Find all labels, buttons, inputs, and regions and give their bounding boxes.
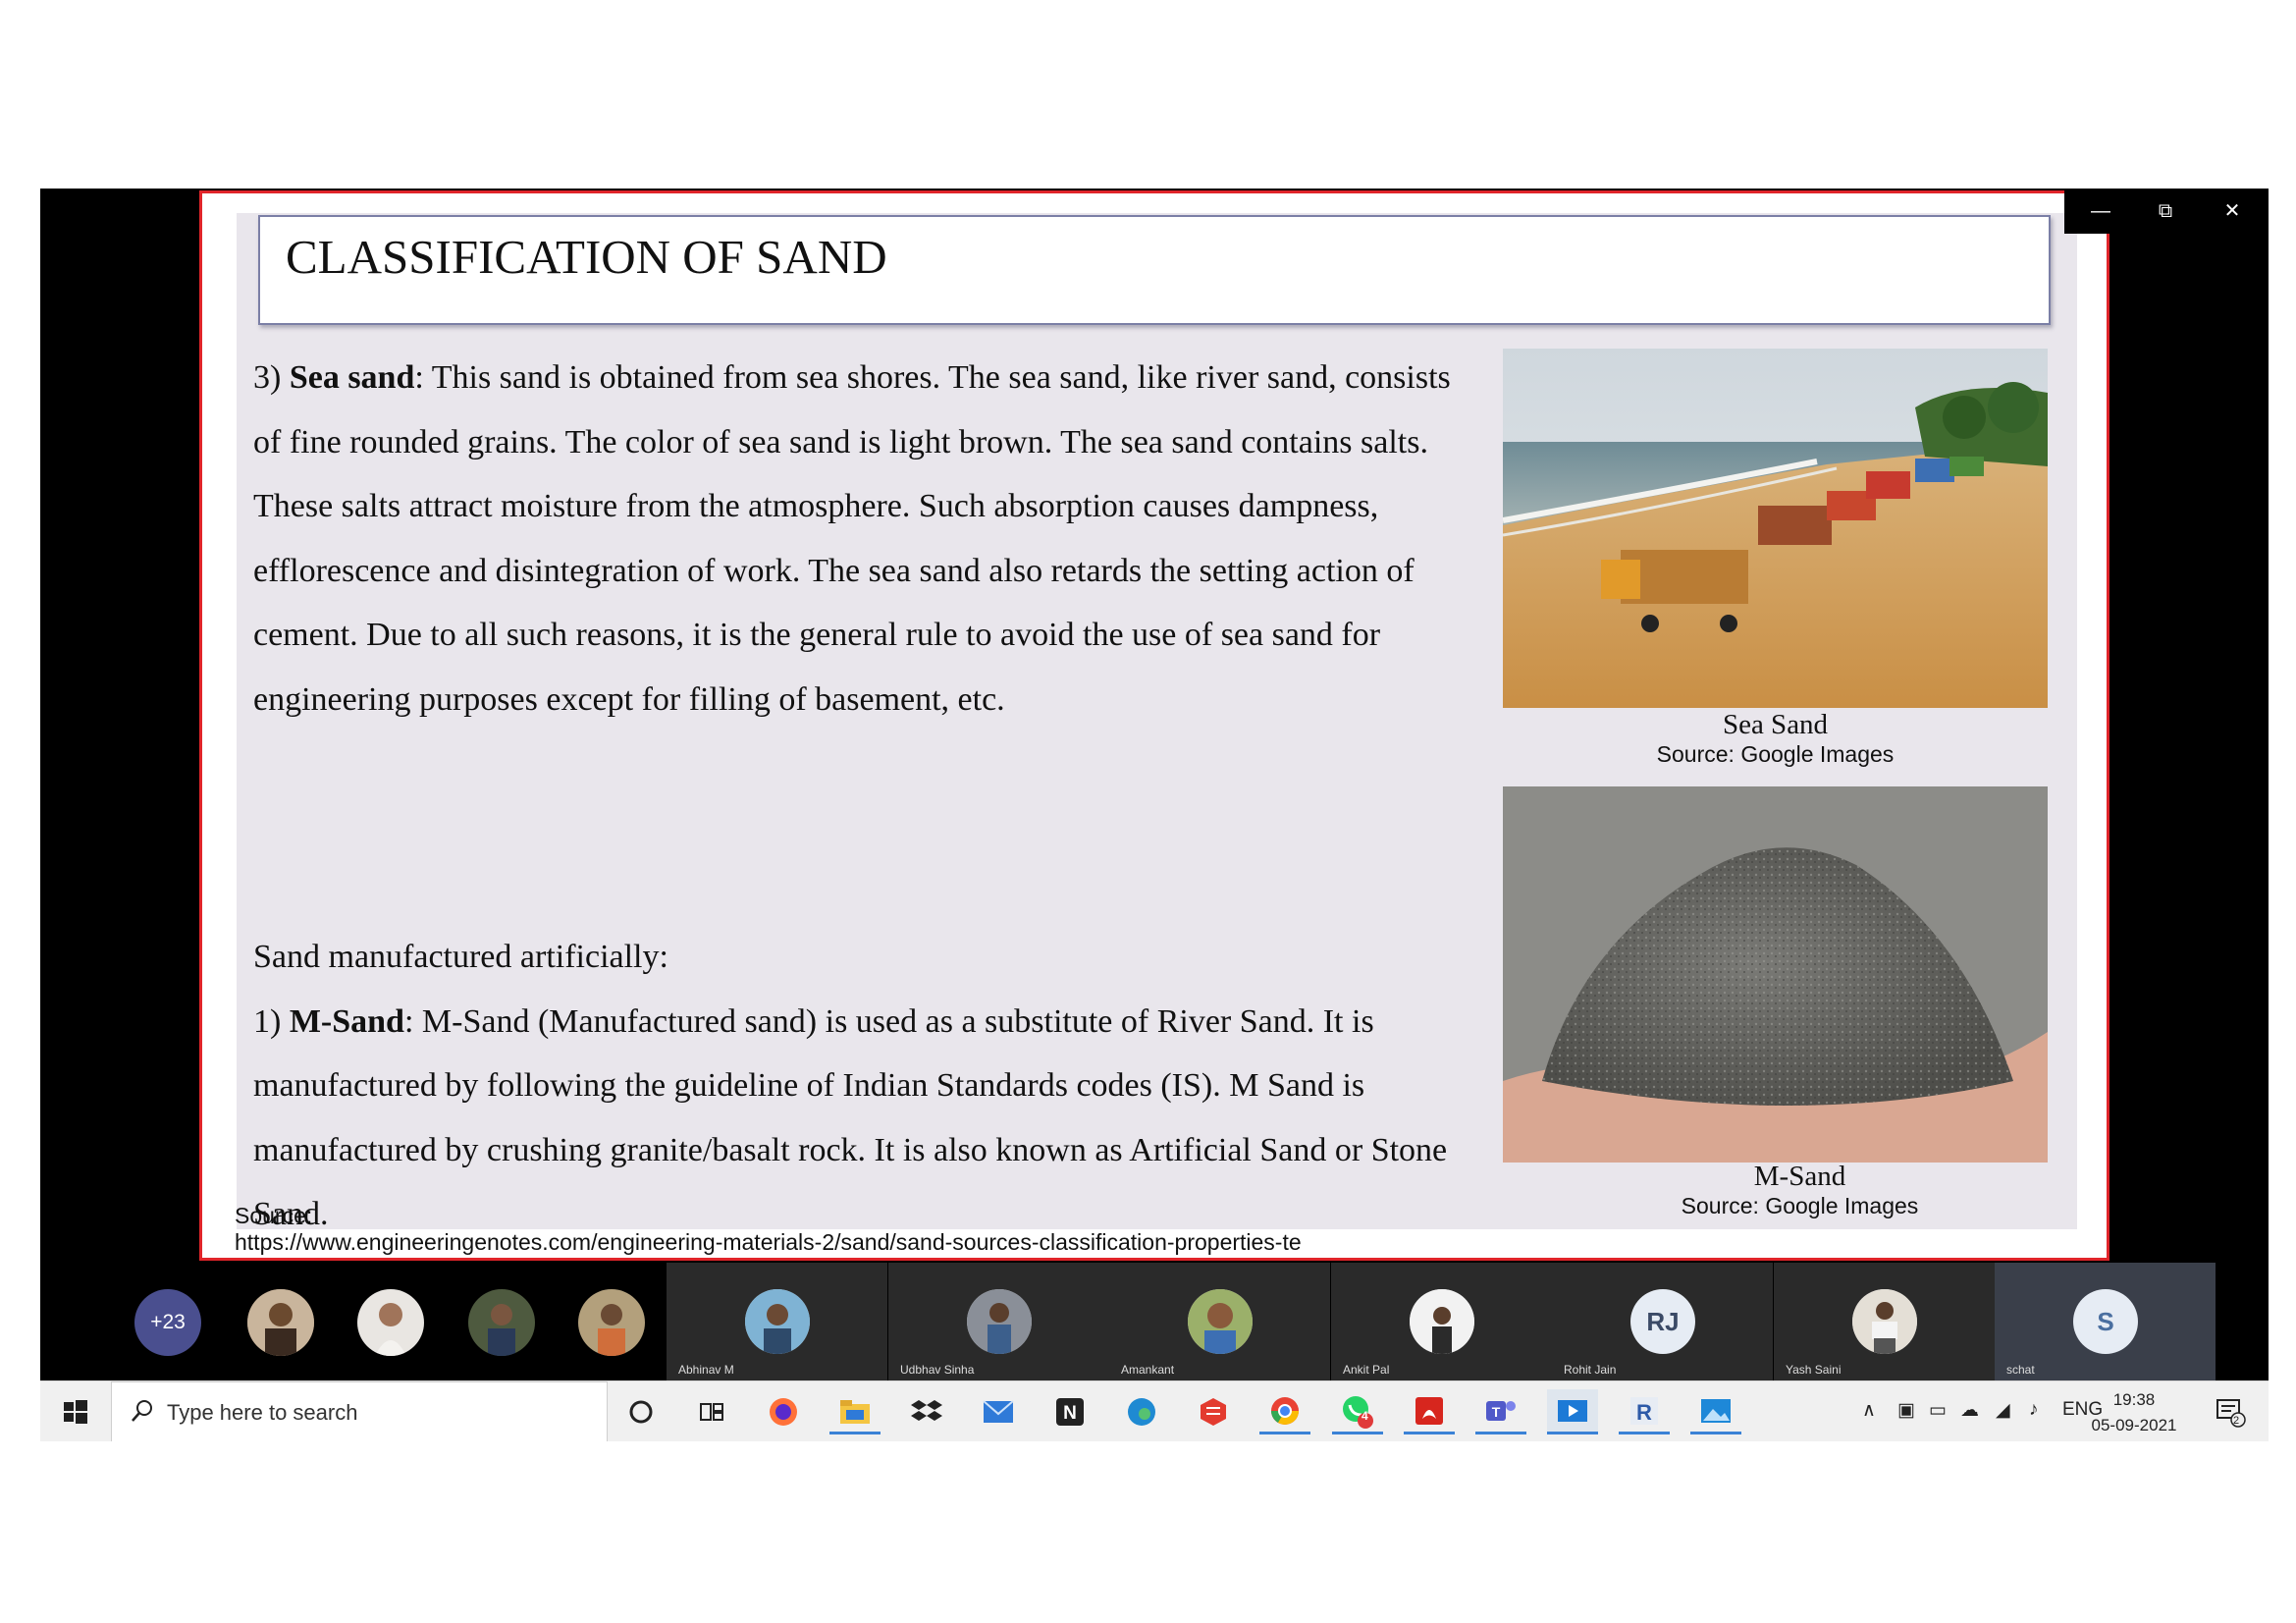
svg-text:T: T	[1492, 1404, 1501, 1420]
title-box: CLASSIFICATION OF SAND	[258, 215, 2051, 325]
cortana-icon[interactable]	[615, 1389, 667, 1434]
edge-icon[interactable]	[1116, 1389, 1167, 1434]
whatsapp-icon[interactable]: 4	[1332, 1389, 1383, 1434]
para1-bold-term: Sea sand	[289, 359, 415, 396]
meet-now-icon[interactable]: ▣	[1897, 1399, 1915, 1422]
m-sand-caption-title: M-Sand	[1753, 1161, 1846, 1192]
para2-prefix: 1)	[253, 1002, 290, 1040]
clock-date: 05-09-2021	[2091, 1416, 2177, 1434]
notification-count: 2	[2233, 1415, 2240, 1427]
windows-taskbar: Type here to search N 4 T R ∧ ▣ ▭ ☁ ◢ ♪ …	[40, 1380, 2269, 1441]
notion-icon[interactable]: N	[1044, 1389, 1095, 1434]
slide-title: CLASSIFICATION OF SAND	[286, 230, 887, 284]
r-app-icon[interactable]: R	[1619, 1389, 1670, 1434]
source-citation: Source: https://www.engineeringenotes.co…	[235, 1203, 1302, 1256]
para2-heading: Sand manufactured artificially:	[253, 939, 668, 975]
taskbar-search[interactable]: Type here to search	[111, 1381, 608, 1441]
more-participants-button[interactable]: +23	[134, 1289, 201, 1356]
m-sand-image	[1503, 786, 2048, 1163]
mail-icon[interactable]	[973, 1389, 1024, 1434]
para1-prefix: 3)	[253, 359, 290, 396]
avatar: S	[2073, 1289, 2138, 1354]
sea-sand-caption-title: Sea Sand	[1722, 709, 1829, 740]
avatar	[745, 1289, 810, 1354]
m-sand-caption-source: Source: Google Images	[1681, 1193, 1919, 1218]
sea-sand-caption-source: Source: Google Images	[1656, 741, 1895, 767]
windows-icon	[64, 1400, 87, 1424]
svg-text:N: N	[1063, 1403, 1077, 1424]
avatar: RJ	[1630, 1289, 1695, 1354]
minimize-icon[interactable]: —	[2068, 189, 2133, 234]
m-sand-caption: M-Sand Source: Google Images	[1503, 1161, 2097, 1219]
clock-time: 19:38	[2112, 1390, 2156, 1409]
photos-icon[interactable]	[1690, 1389, 1741, 1434]
para2-text: : M-Sand (Manufactured sand) is used as …	[253, 1002, 1448, 1233]
sea-sand-image	[1503, 349, 2048, 708]
close-icon[interactable]: ✕	[2200, 189, 2265, 234]
acrobat-icon[interactable]	[1404, 1389, 1455, 1434]
participant-tile[interactable]: Ankit Pal	[1331, 1263, 1552, 1380]
participant-name: Yash Saini	[1786, 1363, 1842, 1377]
participant-name: Abhinav M	[678, 1363, 734, 1377]
participant-tile[interactable]: S schat	[1995, 1263, 2216, 1380]
participant-tile[interactable]: Abhinav M	[667, 1263, 887, 1380]
avatar[interactable]	[578, 1289, 645, 1356]
chrome-icon[interactable]	[1259, 1389, 1310, 1434]
avatar	[967, 1289, 1032, 1354]
teams-icon[interactable]: T	[1475, 1389, 1526, 1434]
onedrive-icon[interactable]: ☁	[1960, 1399, 1979, 1422]
participant-tile[interactable]: Yash Saini	[1774, 1263, 1995, 1380]
search-input[interactable]: Type here to search	[167, 1400, 357, 1426]
avatar	[1852, 1289, 1917, 1354]
sketchup-icon[interactable]	[1188, 1389, 1239, 1434]
screen-share-view: CLASSIFICATION OF SAND 3) Sea sand: This…	[40, 189, 2269, 1441]
chevron-up-icon[interactable]: ∧	[1862, 1399, 1876, 1422]
window-controls: — ⧉ ✕	[2064, 189, 2269, 234]
para2-bold-term: M-Sand	[289, 1002, 404, 1040]
participant-tile[interactable]: Amankant	[1109, 1263, 1330, 1380]
participant-tile[interactable]: RJ Rohit Jain	[1552, 1263, 1773, 1380]
media-player-icon[interactable]	[1547, 1389, 1598, 1434]
participant-tile[interactable]: Udbhav Sinha	[888, 1263, 1109, 1380]
avatar	[1410, 1289, 1474, 1354]
avatar	[1188, 1289, 1253, 1354]
m-sand-paragraph: Sand manufactured artificially: 1) M-San…	[253, 925, 1461, 1247]
avatar[interactable]	[247, 1289, 314, 1356]
firefox-icon[interactable]	[758, 1389, 809, 1434]
participant-name: Udbhav Sinha	[900, 1363, 975, 1377]
svg-text:R: R	[1636, 1400, 1652, 1425]
avatar[interactable]	[357, 1289, 424, 1356]
avatar[interactable]	[468, 1289, 535, 1356]
battery-icon[interactable]: ▭	[1929, 1399, 1947, 1422]
whatsapp-badge: 4	[1362, 1409, 1368, 1423]
search-icon	[132, 1400, 152, 1422]
para1-text: : This sand is obtained from sea shores.…	[253, 359, 1451, 718]
notification-icon[interactable]: 2	[2205, 1389, 2256, 1434]
participant-name: schat	[2006, 1363, 2035, 1377]
sea-sand-caption: Sea Sand Source: Google Images	[1503, 709, 2048, 768]
dropbox-icon[interactable]	[901, 1389, 952, 1434]
slide-content: CLASSIFICATION OF SAND 3) Sea sand: This…	[237, 213, 2077, 1232]
source-url[interactable]: https://www.engineeringenotes.com/engine…	[235, 1229, 1302, 1256]
volume-icon[interactable]: ♪	[2029, 1399, 2039, 1421]
participant-name: Amankant	[1121, 1363, 1175, 1377]
start-button[interactable]	[40, 1381, 109, 1441]
taskbar-clock[interactable]: 19:38 05-09-2021	[2080, 1387, 2188, 1438]
task-view-icon[interactable]	[686, 1389, 737, 1434]
sea-sand-paragraph: 3) Sea sand: This sand is obtained from …	[253, 346, 1461, 732]
participants-strip: +23 Abhinav M Udbhav Sinha Amankant Anki…	[40, 1263, 2269, 1380]
participant-name: Rohit Jain	[1564, 1363, 1617, 1377]
wifi-icon[interactable]: ◢	[1996, 1399, 2010, 1422]
participant-name: Ankit Pal	[1343, 1363, 1390, 1377]
file-explorer-icon[interactable]	[829, 1389, 881, 1434]
source-label: Source:	[235, 1203, 313, 1228]
restore-icon[interactable]: ⧉	[2133, 189, 2198, 234]
presentation-slide: CLASSIFICATION OF SAND 3) Sea sand: This…	[199, 190, 2109, 1261]
